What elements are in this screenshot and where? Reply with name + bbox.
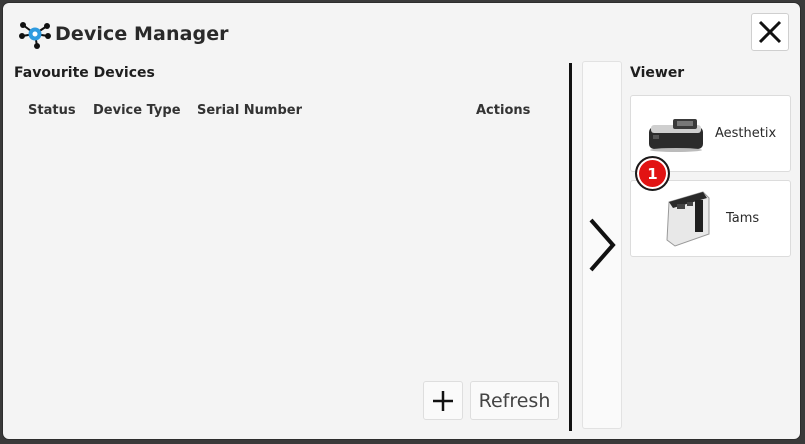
column-header-actions[interactable]: Actions: [476, 103, 530, 118]
title-bar: Device Manager: [17, 19, 229, 49]
notification-badge: 1: [635, 156, 670, 191]
viewer-heading: Viewer: [630, 65, 685, 81]
add-device-button[interactable]: [423, 381, 463, 420]
window-title: Device Manager: [55, 23, 229, 45]
device-card-tams[interactable]: Tams: [630, 180, 791, 257]
plus-icon: [433, 390, 453, 411]
column-header-serial-number[interactable]: Serial Number: [197, 103, 302, 118]
close-button[interactable]: [751, 13, 789, 51]
device-manager-window: Device Manager Favourite Devices Status …: [2, 2, 801, 440]
column-header-device-type[interactable]: Device Type: [93, 103, 181, 118]
chevron-right-icon: [589, 218, 616, 272]
column-header-status[interactable]: Status: [28, 103, 76, 118]
device-name-tams: Tams: [726, 211, 760, 226]
refresh-label: Refresh: [478, 389, 551, 412]
expand-viewer-button[interactable]: [582, 61, 622, 429]
device-name-aesthetix: Aesthetix: [715, 126, 777, 141]
close-icon: [758, 20, 782, 44]
panel-divider: [569, 63, 572, 431]
refresh-button[interactable]: Refresh: [470, 381, 559, 420]
device-network-icon: [19, 22, 51, 49]
aesthetix-device-image: [649, 119, 703, 152]
badge-count: 1: [647, 164, 658, 183]
favourite-devices-heading: Favourite Devices: [14, 65, 155, 81]
favourites-table-body: [14, 127, 554, 373]
tams-device-image: [666, 191, 710, 247]
